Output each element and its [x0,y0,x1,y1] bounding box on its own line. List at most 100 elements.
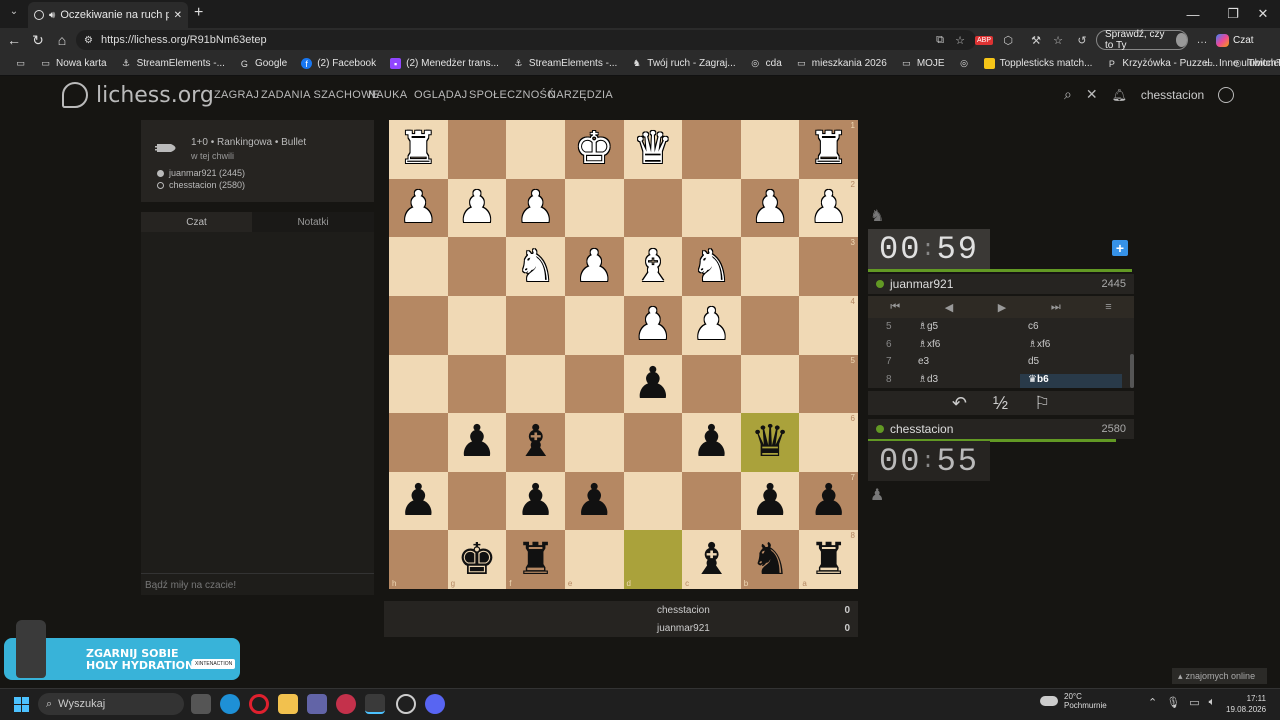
white-pawn-piece[interactable]: ♟ [574,244,613,289]
square-f8[interactable]: ♜ f [506,530,565,589]
site-info-icon[interactable]: ⚙ [84,35,93,46]
microphone-icon[interactable]: 🎙︎ [1166,696,1180,709]
adblock-icon[interactable]: ABP [974,30,994,50]
square-c4[interactable]: ♟ [682,295,741,355]
square-h3[interactable] [389,237,448,296]
square-d5[interactable]: ♟ [623,354,683,414]
friends-online-button[interactable]: ▴ znajomych online [1172,668,1267,684]
square-a2[interactable]: ♟ 2 [799,178,858,238]
square-e6[interactable] [564,413,624,472]
square-c1[interactable] [682,120,741,179]
square-g1[interactable] [447,120,507,179]
white-pawn-piece[interactable]: ♟ [633,303,672,347]
white-rook-piece[interactable]: ♜ [809,127,848,171]
player-name[interactable]: juanmar921 [890,277,953,291]
white-pawn-piece[interactable]: ♟ [750,185,789,230]
square-c6[interactable]: ♟ [682,413,741,472]
square-c7[interactable] [682,471,741,531]
black-pawn-piece[interactable]: ♟ [574,479,613,523]
current-move[interactable]: ♛b6 [1020,373,1122,388]
task-view-icon[interactable] [191,694,211,714]
square-c8[interactable]: ♝ c [682,530,741,589]
square-e3[interactable]: ♟ [564,237,624,296]
black-pawn-piece[interactable]: ♟ [692,420,731,464]
square-e2[interactable] [564,178,624,238]
square-d4[interactable]: ♟ [623,295,683,355]
square-f3[interactable]: ♞ [506,237,565,296]
square-h1[interactable]: ♜ [389,120,448,179]
black-knight-piece[interactable]: ♞ [750,537,789,582]
square-h7[interactable]: ♟ [389,471,448,531]
teams-icon[interactable] [307,694,327,714]
close-tab-icon[interactable]: ✕ [174,10,182,21]
username[interactable]: chesstacion [1141,88,1204,102]
chess-board[interactable]: ♜ ♚ ♛ ♜ 1 ♟ ♟ ♟ ♟ ♟ 2 ♞ ♟ ♝ ♞ 3 ♟ ♟ 4 ♟ 5 ♟ ♝ ♟ ♛ 6 ♟ ♟ ♟ ♟ ♟ 7 h ♚ g ♜ f e d ♝… [389,120,858,589]
square-e8[interactable]: e [564,530,624,589]
white-player-info[interactable]: juanmar921 (2445) [157,168,245,178]
other-bookmarks[interactable]: ▭ Inne ulubione [1196,58,1280,69]
white-pawn-piece[interactable]: ♟ [457,185,496,230]
black-rook-piece[interactable]: ♜ [516,537,555,582]
square-a4[interactable]: 4 [799,295,858,355]
first-move-icon[interactable]: ⏮ [890,301,900,314]
last-move-icon[interactable]: ⏭ [1051,301,1061,314]
lichess-app-icon[interactable] [365,694,385,714]
bookmark-item[interactable]: ⚓ StreamElements -... [114,58,232,69]
volume-icon[interactable]: 🔈︎ [1209,696,1216,709]
chat-input[interactable]: Bądź miły na czacie! [141,573,374,595]
tab-actions-icon[interactable]: ⌄ [6,6,22,22]
square-h4[interactable] [389,295,448,355]
white-knight-piece[interactable]: ♞ [692,244,731,289]
square-b3[interactable] [740,237,800,296]
square-d1[interactable]: ♛ [623,120,683,179]
white-knight-piece[interactable]: ♞ [516,244,555,289]
site-logo[interactable]: lichess.org [62,82,214,108]
profile-button[interactable]: Sprawdź, czy to Ty [1096,29,1188,51]
nav-learn[interactable]: NAUKA [368,89,407,101]
tools-icon[interactable]: ⚒ [1026,30,1046,50]
square-h2[interactable]: ♟ [389,178,448,238]
bookmark-item[interactable]: G Google [232,58,294,69]
weather-widget[interactable]: 20°C Pochmurnie [1040,692,1107,710]
square-f2[interactable]: ♟ [506,178,565,238]
square-e1[interactable]: ♚ [564,120,624,179]
white-queen-piece[interactable]: ♛ [633,127,672,171]
reading-view-icon[interactable]: ▭ [8,58,33,69]
maximize-button[interactable]: ❐ [1216,0,1250,28]
bookmark-item[interactable]: ◎ [952,58,977,69]
ad-banner[interactable]: ZGARNIJ SOBIE HOLY HYDRATION XINTENACTIO… [4,620,240,680]
minimize-button[interactable]: — [1176,0,1210,28]
move-list-scrollbar[interactable] [1130,354,1134,388]
square-g7[interactable] [447,471,507,531]
taskbar-search[interactable]: ⌕ Wyszukaj [38,693,184,715]
white-king-piece[interactable]: ♚ [574,127,613,171]
square-e7[interactable]: ♟ [564,471,624,531]
refresh-icon[interactable]: ↻ [26,28,50,52]
prev-move-icon[interactable]: ◀ [945,301,953,314]
square-b5[interactable] [740,354,800,414]
black-queen-piece[interactable]: ♛ [750,420,789,464]
more-options-icon[interactable]: … [1192,30,1212,50]
square-b1[interactable] [740,120,800,179]
edge-icon[interactable] [220,694,240,714]
square-f6[interactable]: ♝ [506,413,565,472]
collections-icon[interactable]: ☆ [1048,30,1068,50]
square-b8[interactable]: ♞ b [740,530,800,589]
square-f5[interactable] [506,354,565,414]
file-explorer-icon[interactable] [278,694,298,714]
tab-chat[interactable]: Czat [141,212,252,232]
square-d6[interactable] [623,413,683,472]
square-e4[interactable] [564,295,624,355]
square-f7[interactable]: ♟ [506,471,565,531]
opera-icon[interactable] [249,694,269,714]
notification-bell-icon[interactable]: 🔔︎ [1112,88,1127,102]
user-icon[interactable] [1218,86,1235,103]
black-pawn-piece[interactable]: ♟ [399,479,438,523]
square-b7[interactable]: ♟ [740,471,800,531]
split-screen-icon[interactable]: ⧉ [930,30,950,50]
white-pawn-piece[interactable]: ♟ [516,185,555,230]
square-a1[interactable]: ♜ 1 [799,120,858,179]
app-icon[interactable] [336,694,356,714]
nav-community[interactable]: SPOŁECZNOŚĆ [469,89,555,101]
square-b2[interactable]: ♟ [740,178,800,238]
